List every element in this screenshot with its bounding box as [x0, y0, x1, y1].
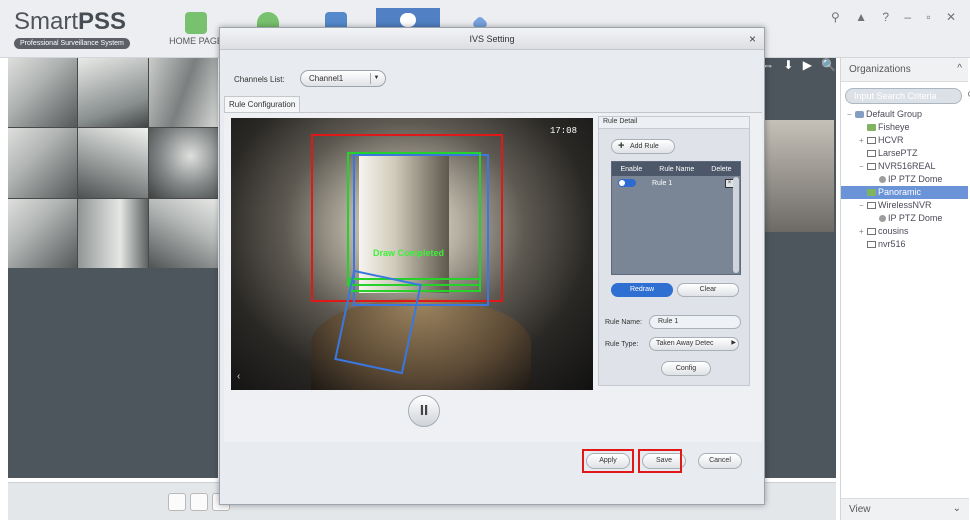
rule-enable-toggle[interactable] — [618, 179, 636, 187]
rule-table-scrollbar[interactable] — [733, 177, 739, 273]
channels-list-label: Channels List: — [234, 75, 285, 84]
channel-select-value: Channel1 — [309, 74, 344, 83]
close-icon[interactable]: × — [749, 28, 756, 50]
rule-video-canvas[interactable]: 17:08 Draw Completed ‹ — [231, 118, 593, 390]
rule-type-value: Taken Away Detec — [656, 340, 714, 347]
rule-type-label: Rule Type: — [605, 341, 639, 348]
plus-icon: + — [618, 140, 625, 152]
chevron-right-icon: ▶ — [731, 340, 736, 346]
column-header: Enable — [620, 165, 643, 173]
tab-rule-configuration[interactable]: Rule Configuration — [224, 96, 301, 112]
rule-table-header: Enable Rule Name Delete — [612, 162, 740, 176]
clear-button[interactable]: Clear — [677, 283, 739, 297]
apply-highlight — [582, 449, 634, 473]
column-header: Rule Name — [659, 165, 695, 173]
dialog-title: IVS Setting — [469, 34, 515, 44]
rule-name-value: Rule 1 — [658, 318, 679, 325]
rule-detail-title: Rule Detail — [599, 117, 749, 129]
column-header: Delete — [711, 165, 732, 173]
chevron-left-icon[interactable]: ‹ — [237, 371, 240, 382]
ivs-setting-dialog: IVS Setting × Channels List: Channel1 ▼ … — [219, 27, 765, 505]
draw-status-text: Draw Completed — [373, 248, 445, 258]
rule-table: Enable Rule Name Delete Rule 1 × — [611, 161, 741, 275]
rule-name-cell: Rule 1 — [652, 179, 673, 187]
channel-select[interactable]: Channel1 ▼ — [300, 70, 386, 87]
pause-button[interactable]: II — [408, 395, 440, 427]
rule-configuration-content: 17:08 Draw Completed ‹ II Rule Detail + … — [224, 112, 762, 442]
dialog-titlebar: IVS Setting × — [220, 28, 764, 50]
save-highlight — [638, 449, 682, 473]
rule-region-green[interactable] — [347, 152, 481, 286]
rule-type-select[interactable]: Taken Away Detec ▶ — [649, 337, 739, 351]
rule-detail-panel: Rule Detail + Add Rule Enable Rule Name … — [598, 116, 750, 386]
cancel-button[interactable]: Cancel — [698, 453, 742, 469]
add-rule-label: Add Rule — [630, 143, 659, 150]
video-timestamp: 17:08 — [549, 126, 577, 136]
table-row[interactable]: Rule 1 × — [612, 176, 740, 190]
rule-name-input[interactable]: Rule 1 — [649, 315, 741, 329]
config-button[interactable]: Config — [661, 361, 711, 376]
add-rule-button[interactable]: + Add Rule — [611, 139, 675, 154]
rule-name-label: Rule Name: — [605, 319, 642, 326]
redraw-button[interactable]: Redraw — [611, 283, 673, 297]
chevron-down-icon: ▼ — [370, 73, 382, 84]
